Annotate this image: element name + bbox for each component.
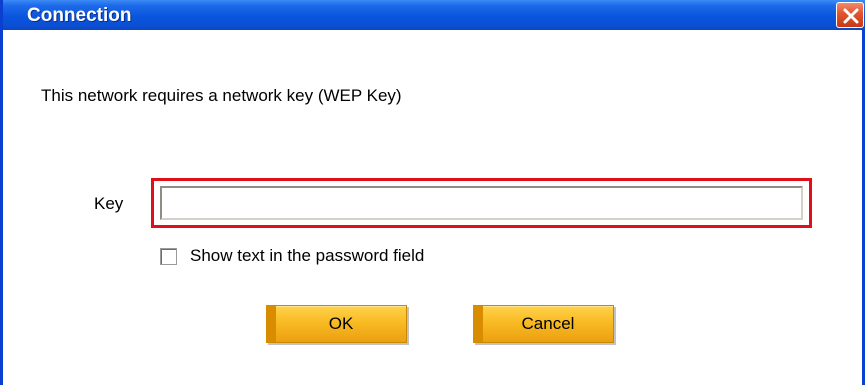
show-text-option[interactable]: Show text in the password field (160, 246, 424, 266)
network-key-message: This network requires a network key (WEP… (41, 86, 402, 105)
close-button[interactable] (836, 2, 864, 28)
show-text-checkbox[interactable] (160, 247, 177, 265)
key-input[interactable] (160, 186, 803, 220)
window-title: Connection (27, 5, 132, 26)
cancel-button[interactable]: Cancel (473, 305, 614, 343)
close-icon (843, 8, 859, 24)
key-label: Key (94, 194, 124, 213)
connection-dialog: Connection This network requires a netwo… (0, 0, 865, 385)
key-field-highlight (151, 178, 812, 228)
title-bar[interactable]: Connection (3, 0, 865, 30)
show-text-label: Show text in the password field (190, 246, 425, 265)
ok-button[interactable]: OK (266, 305, 407, 343)
